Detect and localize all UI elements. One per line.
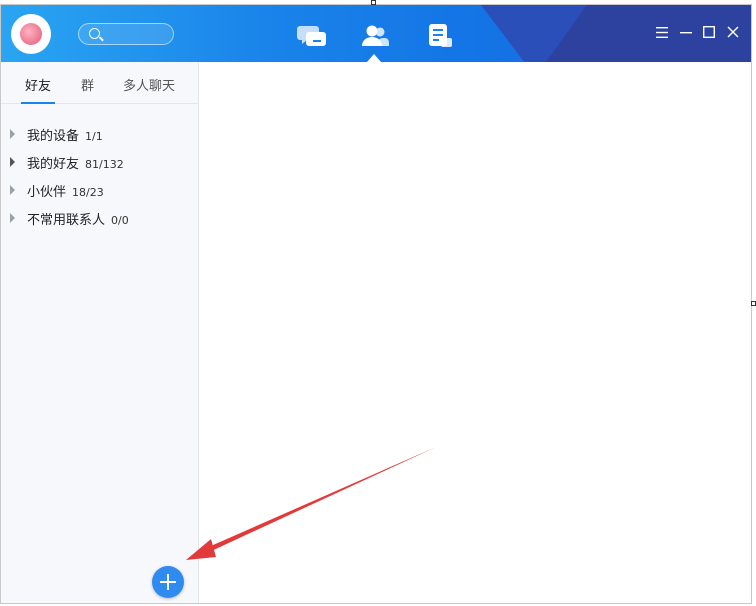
nav-messages-button[interactable]	[297, 21, 327, 51]
active-tab-underline	[21, 102, 55, 104]
maximize-button[interactable]	[702, 25, 716, 39]
group-count: 81/132	[85, 157, 124, 171]
group-count: 18/23	[72, 185, 104, 199]
group-name: 小伙伴	[27, 184, 67, 200]
friend-group-buddies[interactable]: 小伙伴 18/23	[1, 176, 198, 204]
tab-multichat[interactable]: 多人聊天	[123, 75, 175, 94]
group-name: 我的好友	[27, 156, 80, 172]
tab-groups[interactable]: 群	[81, 75, 94, 94]
avatar[interactable]	[11, 14, 51, 54]
contacts-icon	[362, 25, 389, 46]
minimize-button[interactable]	[679, 25, 693, 39]
group-count: 0/0	[111, 213, 129, 227]
nav-contacts-button[interactable]	[360, 21, 390, 51]
main-menu-button[interactable]	[655, 25, 669, 39]
search-icon	[89, 28, 100, 39]
tab-friends[interactable]: 好友	[25, 75, 51, 94]
expand-arrow-icon	[10, 129, 15, 139]
search-input[interactable]	[78, 23, 174, 45]
add-contact-button[interactable]	[152, 566, 184, 598]
active-tab-pointer	[367, 54, 381, 62]
expand-arrow-icon	[10, 157, 15, 167]
nav-space-button[interactable]	[425, 21, 455, 51]
group-name: 不常用联系人	[27, 212, 106, 228]
maximize-icon	[703, 26, 715, 38]
qq-main-window: 好友 群 多人聊天 我的设备 1/1 我的好友 81/132 小伙伴 18/23 不常…	[0, 4, 752, 604]
friend-group-friends[interactable]: 我的好友 81/132	[1, 148, 198, 176]
close-button[interactable]	[726, 25, 740, 39]
expand-arrow-icon	[10, 213, 15, 223]
expand-arrow-icon	[10, 185, 15, 195]
main-content-area	[199, 62, 751, 603]
menu-icon	[656, 26, 668, 38]
resize-handle-right[interactable]	[751, 301, 756, 306]
notes-icon	[429, 24, 452, 47]
minimize-icon	[680, 32, 692, 34]
chat-bubbles-icon	[297, 26, 326, 46]
close-icon	[727, 26, 739, 38]
friend-group-list: 我的设备 1/1 我的好友 81/132 小伙伴 18/23 不常用联系人 0/0	[1, 120, 198, 232]
group-name: 我的设备	[27, 128, 80, 144]
title-bar[interactable]	[1, 5, 751, 62]
group-count: 1/1	[85, 129, 103, 143]
resize-handle-top[interactable]	[371, 0, 376, 5]
avatar-image	[20, 23, 42, 45]
contacts-sidebar: 好友 群 多人聊天 我的设备 1/1 我的好友 81/132 小伙伴 18/23 不常…	[1, 62, 199, 603]
friend-group-infrequent[interactable]: 不常用联系人 0/0	[1, 204, 198, 232]
contact-tabs: 好友 群 多人聊天	[1, 62, 198, 104]
friend-group-devices[interactable]: 我的设备 1/1	[1, 120, 198, 148]
